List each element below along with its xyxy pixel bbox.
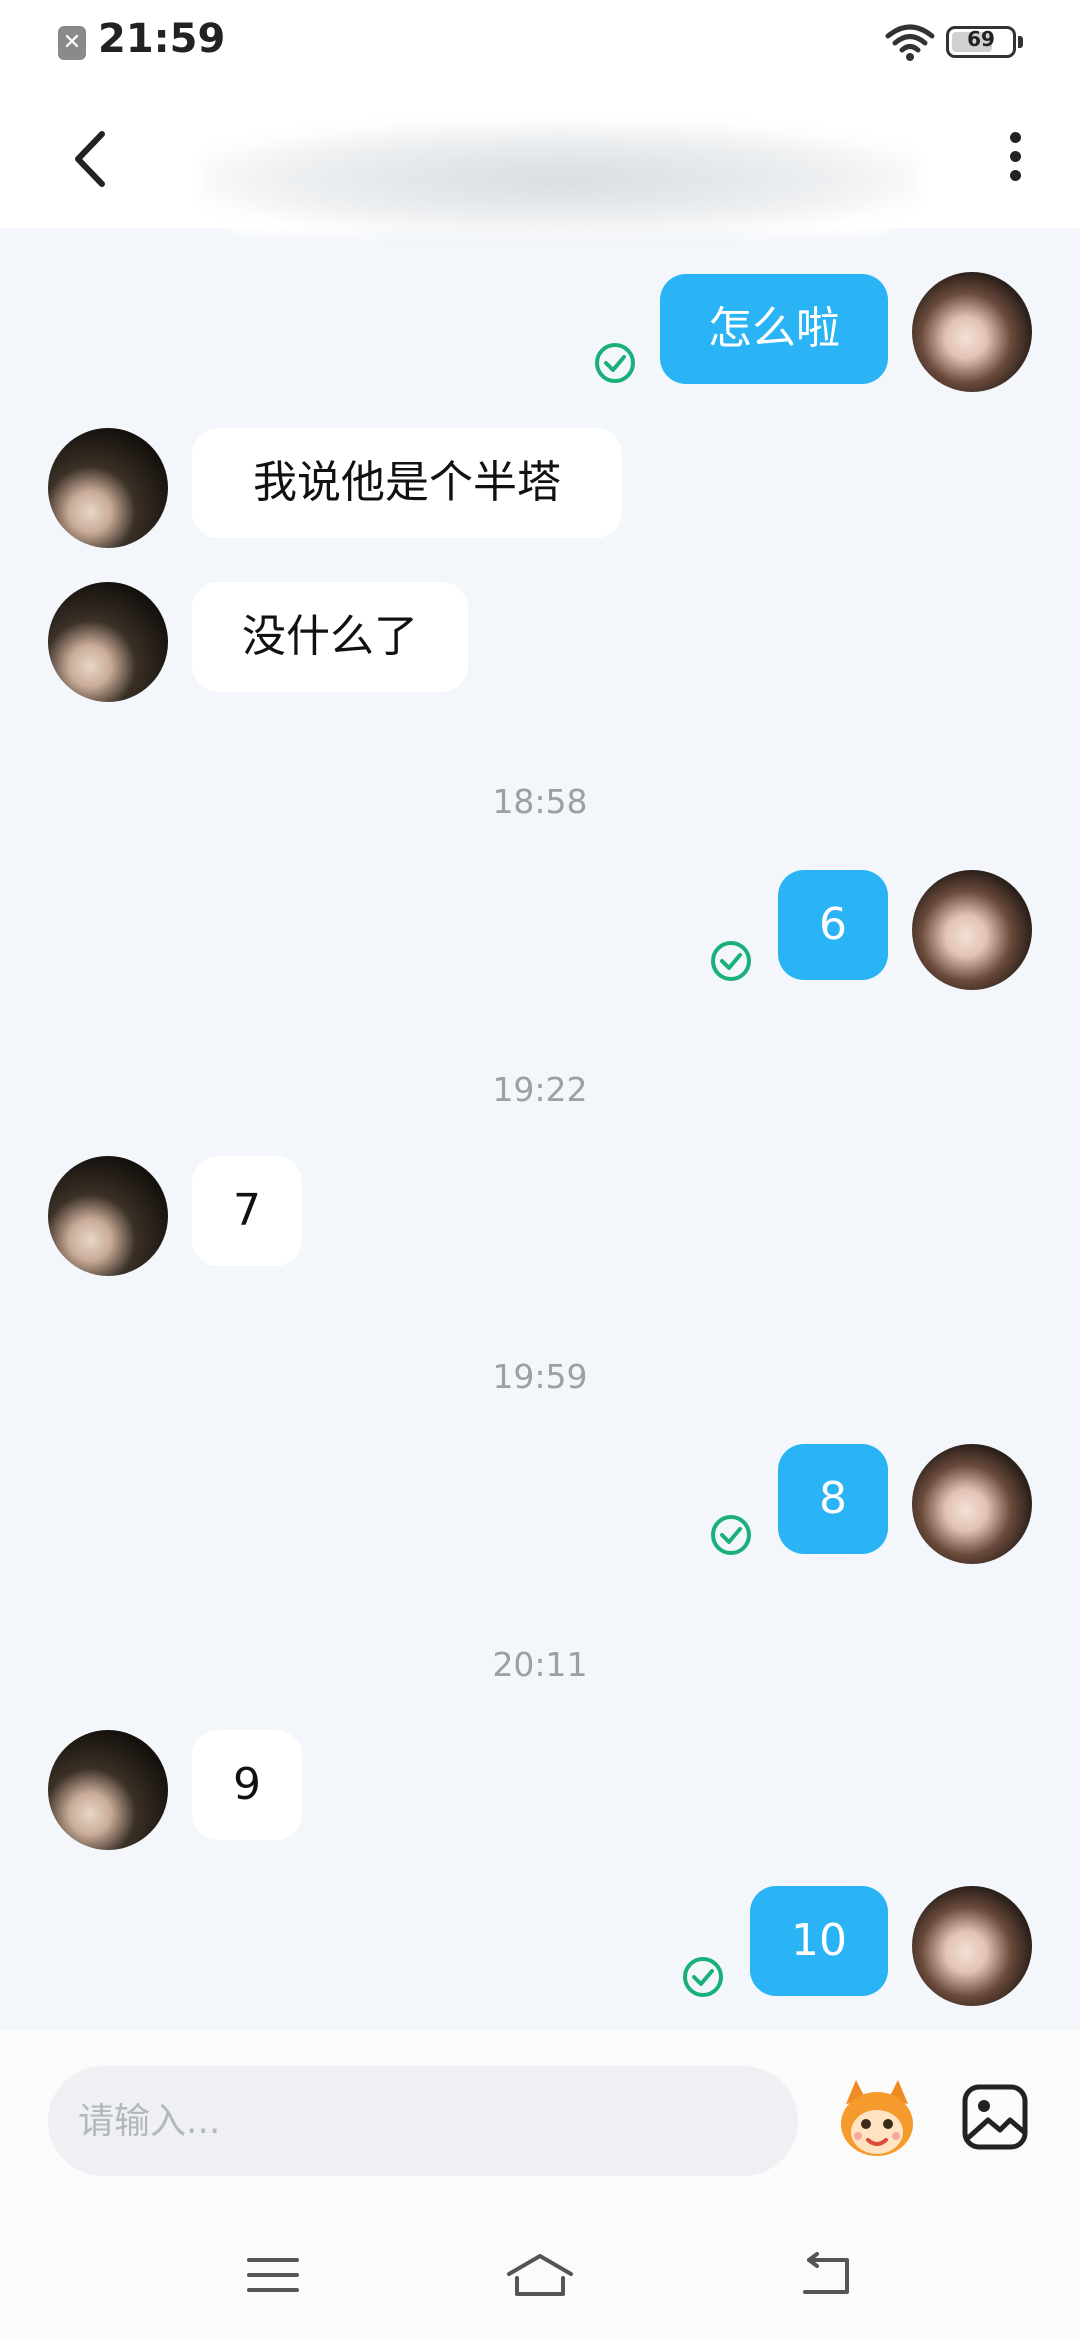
more-button[interactable] (1000, 124, 1030, 194)
notification-close-icon: ✕ (58, 26, 86, 60)
contact-avatar[interactable] (48, 582, 168, 702)
status-time: 21:59 (98, 16, 226, 62)
status-bar: ✕ 21:59 69 (0, 0, 1080, 84)
wifi-icon (885, 24, 935, 61)
back-icon[interactable] (795, 2250, 855, 2300)
self-avatar[interactable] (912, 1444, 1032, 1564)
contact-avatar[interactable] (48, 1730, 168, 1850)
self-avatar[interactable] (912, 1886, 1032, 2006)
read-check-icon (711, 941, 751, 981)
home-icon[interactable] (505, 2250, 575, 2300)
read-check-icon (711, 1515, 751, 1555)
message-bubble[interactable]: 8 (778, 1444, 888, 1554)
input-bar (0, 2030, 1080, 2210)
battery-tip (1018, 36, 1023, 48)
message-bubble[interactable]: 怎么啦 (660, 274, 888, 384)
read-check-icon (683, 1957, 723, 1997)
menu-icon[interactable] (243, 2250, 303, 2300)
message-bubble[interactable]: 7 (192, 1156, 302, 1266)
battery-icon: 69 (946, 26, 1016, 58)
self-avatar[interactable] (912, 272, 1032, 392)
message-bubble[interactable]: 10 (750, 1886, 888, 1996)
image-icon[interactable] (960, 2082, 1030, 2152)
timestamp: 19:22 (492, 1070, 588, 1109)
timestamp: 20:11 (492, 1645, 588, 1684)
emoji-sticker-icon[interactable] (832, 2074, 922, 2164)
blurred-contact-title (200, 124, 920, 234)
message-bubble[interactable]: 6 (778, 870, 888, 980)
timestamp: 18:58 (492, 782, 588, 821)
message-bubble[interactable]: 我说他是个半塔 (192, 428, 622, 538)
system-nav-bar (0, 2210, 1080, 2340)
self-avatar[interactable] (912, 870, 1032, 990)
contact-avatar[interactable] (48, 1156, 168, 1276)
read-check-icon (595, 343, 635, 383)
timestamp: 19:59 (492, 1357, 588, 1396)
message-bubble[interactable]: 9 (192, 1730, 302, 1840)
chat-header (0, 84, 1080, 234)
contact-avatar[interactable] (48, 428, 168, 548)
message-bubble[interactable]: 没什么了 (192, 582, 468, 692)
chevron-left-icon (75, 131, 105, 187)
back-button[interactable] (60, 124, 120, 194)
message-input[interactable] (48, 2066, 798, 2176)
more-vertical-icon (1009, 132, 1021, 143)
battery-text: 69 (967, 27, 995, 51)
